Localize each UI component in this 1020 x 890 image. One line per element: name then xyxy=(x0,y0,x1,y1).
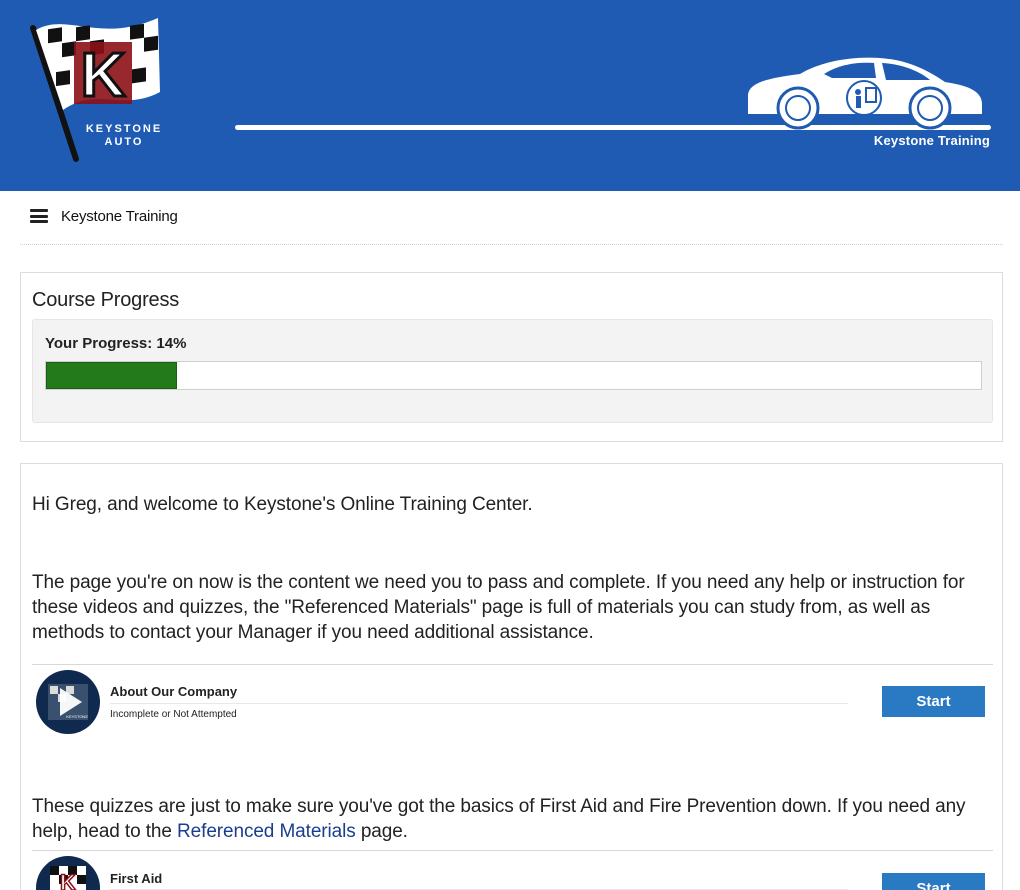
course-progress-card: Course Progress Your Progress: 14% xyxy=(20,272,1003,442)
play-icon: KEYSTONE xyxy=(48,684,88,720)
hamburger-menu-icon[interactable] xyxy=(30,209,48,223)
logo-line2: AUTO xyxy=(105,136,144,148)
quiz-intro-before: These quizzes are just to make sure you'… xyxy=(32,796,966,842)
lesson-thumbnail[interactable]: K xyxy=(36,856,100,890)
thumb-logo-text: KEYSTONE xyxy=(66,714,88,719)
thumb-logo-letter: K xyxy=(60,870,76,890)
referenced-materials-link[interactable]: Referenced Materials xyxy=(177,821,356,842)
lesson-status: Incomplete or Not Attempted xyxy=(110,709,237,720)
greeting-text: Hi Greg, and welcome to Keystone's Onlin… xyxy=(32,494,533,515)
keystone-logo-icon: K xyxy=(50,866,86,890)
lesson-row: K First Aid Start xyxy=(32,850,993,890)
intro-text: The page you're on now is the content we… xyxy=(32,572,965,643)
lesson-divider xyxy=(110,703,848,704)
lesson-title[interactable]: About Our Company xyxy=(110,684,237,699)
banner-title: Keystone Training xyxy=(873,133,990,148)
progress-well: Your Progress: 14% xyxy=(32,319,993,423)
progress-bar-fill xyxy=(46,362,177,389)
navbar: Keystone Training xyxy=(20,191,1003,245)
quiz-intro-after: page. xyxy=(355,821,408,842)
quiz-intro-text: These quizzes are just to make sure you'… xyxy=(32,794,992,844)
lesson-row: KEYSTONE About Our Company Incomplete or… xyxy=(32,664,993,736)
race-car-icon xyxy=(748,57,982,130)
start-button[interactable]: Start xyxy=(882,873,985,890)
logo-letter: K xyxy=(81,41,126,110)
logo-line1: KEYSTONE xyxy=(86,123,162,135)
lesson-thumbnail[interactable]: KEYSTONE xyxy=(36,670,100,734)
start-button[interactable]: Start xyxy=(882,686,985,717)
progress-bar xyxy=(45,361,982,390)
progress-label: Your Progress: 14% xyxy=(45,335,187,352)
nav-title[interactable]: Keystone Training xyxy=(61,208,178,225)
lesson-title[interactable]: First Aid xyxy=(110,871,162,886)
content-card: Hi Greg, and welcome to Keystone's Onlin… xyxy=(20,463,1003,890)
course-progress-heading: Course Progress xyxy=(32,289,180,311)
header-banner: K KEYSTONE AUTO Keystone Training xyxy=(0,0,1020,191)
keystone-auto-logo[interactable]: K KEYSTONE AUTO xyxy=(28,14,178,164)
